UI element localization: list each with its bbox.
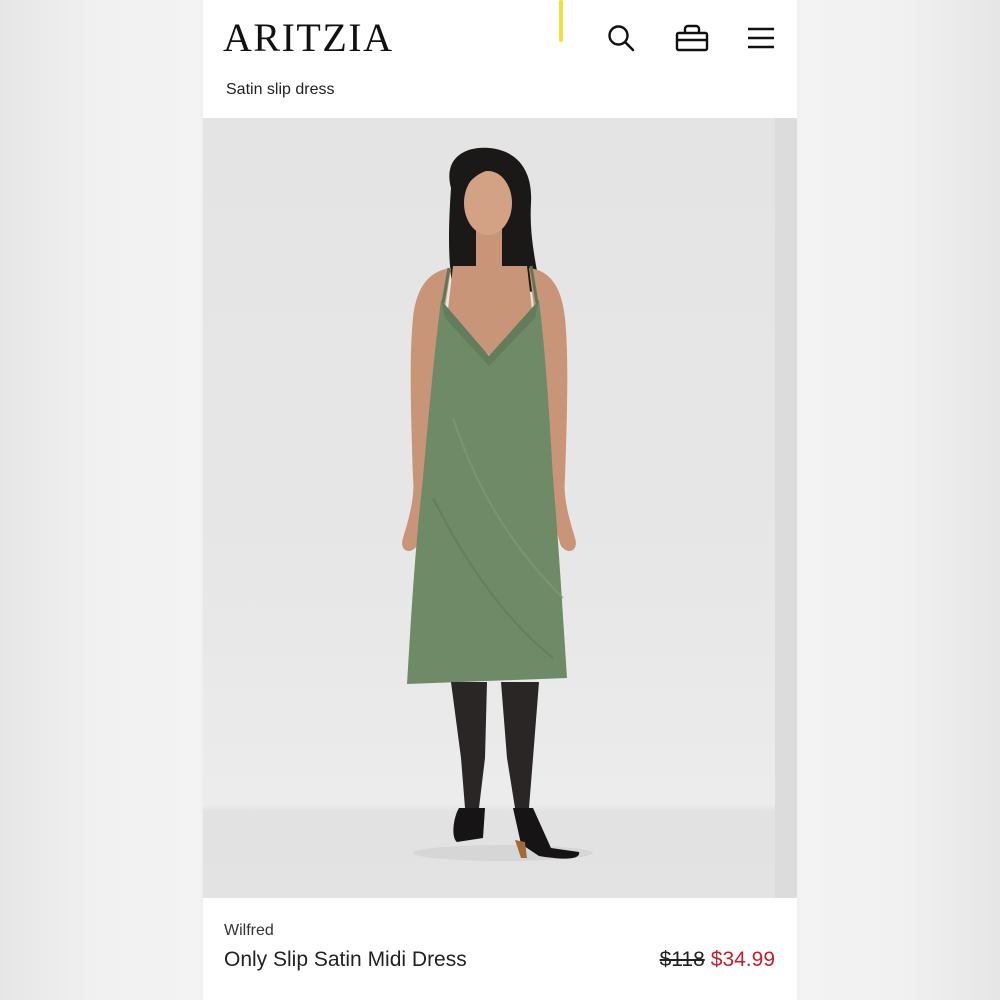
screen-indicator [559,0,563,42]
original-price: $118 [659,948,705,971]
hamburger-menu-icon [748,27,774,49]
product-name[interactable]: Only Slip Satin Midi Dress [224,948,467,972]
model-illustration [402,147,593,861]
product-brand[interactable]: Wilfred [224,922,274,940]
brand-logo[interactable]: ARITZIA [223,14,393,62]
shopping-bag-icon [675,24,709,52]
sale-price: $34.99 [710,948,775,971]
app-screen: ARITZIA Satin slip dress Wilfred Only Sl… [203,0,797,1000]
menu-button[interactable] [743,20,779,56]
breadcrumb[interactable]: Satin slip dress [226,80,335,100]
search-button[interactable] [603,20,639,56]
shopping-bag-button[interactable] [674,20,710,56]
product-info: Wilfred Only Slip Satin Midi Dress $118 $… [203,898,797,1000]
site-header: ARITZIA Satin slip dress [203,0,797,118]
search-icon [608,25,635,52]
product-price: $118 $34.99 [660,948,775,972]
product-image[interactable] [203,118,797,898]
